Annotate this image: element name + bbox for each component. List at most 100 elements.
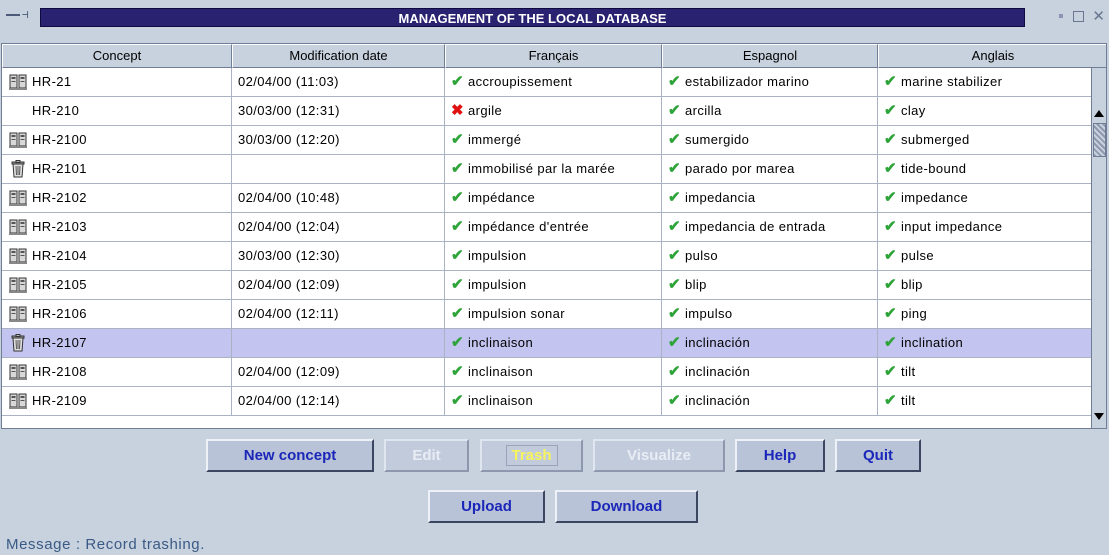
cell-concept[interactable]: HR-2106	[2, 300, 232, 328]
new-concept-button[interactable]: New concept	[206, 439, 374, 472]
cell-concept[interactable]: HR-2103	[2, 213, 232, 241]
cell-concept[interactable]: HR-2107	[2, 329, 232, 357]
modification-date: 02/04/00 (10:48)	[238, 190, 340, 205]
cell-francais[interactable]: ✔ inclinaison	[445, 358, 662, 386]
cell-espagnol[interactable]: ✔ impulso	[662, 300, 878, 328]
server-icon	[8, 304, 28, 324]
column-header-date[interactable]: Modification date	[232, 44, 445, 68]
cell-francais[interactable]: ✔ impulsion	[445, 271, 662, 299]
cell-anglais[interactable]: ✔ ping	[878, 300, 1091, 328]
column-header-concept[interactable]: Concept	[2, 44, 232, 68]
cell-francais[interactable]: ✔ immergé	[445, 126, 662, 154]
cell-concept[interactable]: HR-2100	[2, 126, 232, 154]
cell-espagnol[interactable]: ✔ parado por marea	[662, 155, 878, 183]
cell-francais[interactable]: ✖ argile	[445, 97, 662, 125]
minimize-icon[interactable]	[1059, 14, 1064, 18]
table-row[interactable]: HR-2108 02/04/00 (12:09) ✔ inclinaison ✔ incl…	[2, 358, 1091, 387]
cell-date[interactable]: 02/04/00 (12:14)	[232, 387, 445, 415]
cell-francais[interactable]: ✔ immobilisé par la marée	[445, 155, 662, 183]
table-row[interactable]: HR-2101 ✔ immobilisé par la marée ✔ parado p…	[2, 155, 1091, 184]
cell-anglais[interactable]: ✔ impedance	[878, 184, 1091, 212]
cell-francais[interactable]: ✔ inclinaison	[445, 329, 662, 357]
table-row[interactable]: HR-210 30/03/00 (12:31) ✖ argile ✔ arcilla ✔ cl…	[2, 97, 1091, 126]
cell-francais[interactable]: ✔ impédance	[445, 184, 662, 212]
cell-date[interactable]: 02/04/00 (12:09)	[232, 358, 445, 386]
table-row[interactable]: HR-2107 ✔ inclinaison ✔ inclinación ✔ inclinat…	[2, 329, 1091, 358]
cell-espagnol[interactable]: ✔ impedancia de entrada	[662, 213, 878, 241]
help-button[interactable]: Help	[735, 439, 825, 472]
cell-date[interactable]: 02/04/00 (12:04)	[232, 213, 445, 241]
cell-anglais[interactable]: ✔ inclination	[878, 329, 1091, 357]
cell-espagnol[interactable]: ✔ sumergido	[662, 126, 878, 154]
cell-espagnol[interactable]: ✔ blip	[662, 271, 878, 299]
cell-concept[interactable]: HR-21	[2, 68, 232, 96]
cell-date[interactable]: 02/04/00 (12:11)	[232, 300, 445, 328]
table-row[interactable]: HR-2102 02/04/00 (10:48) ✔ impédance ✔ impeda…	[2, 184, 1091, 213]
cell-date[interactable]: 02/04/00 (12:09)	[232, 271, 445, 299]
table-row[interactable]: HR-2100 30/03/00 (12:20) ✔ immergé ✔ sumergid…	[2, 126, 1091, 155]
table-row[interactable]: HR-2105 02/04/00 (12:09) ✔ impulsion ✔ blip ✔ b…	[2, 271, 1091, 300]
cell-concept[interactable]: HR-210	[2, 97, 232, 125]
cell-espagnol[interactable]: ✔ inclinación	[662, 358, 878, 386]
column-header-espagnol[interactable]: Espagnol	[662, 44, 878, 68]
scroll-up-arrow[interactable]	[1094, 110, 1104, 117]
cell-espagnol[interactable]: ✔ inclinación	[662, 329, 878, 357]
cell-espagnol[interactable]: ✔ inclinación	[662, 387, 878, 415]
cell-anglais[interactable]: ✔ input impedance	[878, 213, 1091, 241]
scroll-thumb[interactable]	[1093, 123, 1106, 157]
cell-francais[interactable]: ✔ impédance d'entrée	[445, 213, 662, 241]
window-menu-icon[interactable]: ⊣	[6, 8, 36, 22]
cell-date[interactable]: 02/04/00 (10:48)	[232, 184, 445, 212]
cell-francais[interactable]: ✔ impulsion sonar	[445, 300, 662, 328]
cell-anglais[interactable]: ✔ submerged	[878, 126, 1091, 154]
cell-francais[interactable]: ✔ inclinaison	[445, 387, 662, 415]
download-button[interactable]: Download	[555, 490, 698, 523]
cell-anglais[interactable]: ✔ tilt	[878, 358, 1091, 386]
vertical-scrollbar[interactable]	[1091, 68, 1106, 428]
trash-button[interactable]: Trash	[480, 439, 583, 472]
cell-date[interactable]	[232, 329, 445, 357]
cell-date[interactable]: 30/03/00 (12:30)	[232, 242, 445, 270]
cell-date[interactable]: 30/03/00 (12:20)	[232, 126, 445, 154]
cell-date[interactable]: 02/04/00 (11:03)	[232, 68, 445, 96]
check-icon: ✔	[451, 392, 464, 409]
scroll-down-arrow[interactable]	[1094, 413, 1104, 420]
table-row[interactable]: HR-2103 02/04/00 (12:04) ✔ impédance d'entr…	[2, 213, 1091, 242]
cell-anglais[interactable]: ✔ tilt	[878, 387, 1091, 415]
cell-anglais[interactable]: ✔ blip	[878, 271, 1091, 299]
term-espagnol: pulso	[684, 248, 719, 263]
table-row[interactable]: HR-21 02/04/00 (11:03) ✔ accroupissement ✔ es…	[2, 68, 1091, 97]
cell-concept[interactable]: HR-2105	[2, 271, 232, 299]
cell-concept[interactable]: HR-2101	[2, 155, 232, 183]
cell-anglais[interactable]: ✔ tide-bound	[878, 155, 1091, 183]
quit-button[interactable]: Quit	[835, 439, 921, 472]
cell-concept[interactable]: HR-2102	[2, 184, 232, 212]
cell-espagnol[interactable]: ✔ impedancia	[662, 184, 878, 212]
upload-button[interactable]: Upload	[428, 490, 545, 523]
term-espagnol: arcilla	[684, 103, 722, 118]
cell-concept[interactable]: HR-2108	[2, 358, 232, 386]
edit-button[interactable]: Edit	[384, 439, 469, 472]
cell-espagnol[interactable]: ✔ estabilizador marino	[662, 68, 878, 96]
cell-date[interactable]: 30/03/00 (12:31)	[232, 97, 445, 125]
cell-francais[interactable]: ✔ accroupissement	[445, 68, 662, 96]
close-icon[interactable]: ✕	[1092, 8, 1105, 24]
modification-date: 30/03/00 (12:20)	[238, 132, 340, 147]
maximize-icon[interactable]	[1073, 10, 1085, 22]
cell-francais[interactable]: ✔ impulsion	[445, 242, 662, 270]
cell-date[interactable]	[232, 155, 445, 183]
table-row[interactable]: HR-2104 30/03/00 (12:30) ✔ impulsion ✔ pulso ✔…	[2, 242, 1091, 271]
column-header-anglais[interactable]: Anglais	[878, 44, 1106, 68]
cell-concept[interactable]: HR-2109	[2, 387, 232, 415]
table-row[interactable]: HR-2109 02/04/00 (12:14) ✔ inclinaison ✔ incl…	[2, 387, 1091, 416]
column-header-francais[interactable]: Français	[445, 44, 662, 68]
table-row[interactable]: HR-2106 02/04/00 (12:11) ✔ impulsion sonar ✔…	[2, 300, 1091, 329]
cell-concept[interactable]: HR-2104	[2, 242, 232, 270]
cell-anglais[interactable]: ✔ marine stabilizer	[878, 68, 1091, 96]
visualize-button[interactable]: Visualize	[593, 439, 725, 472]
cell-espagnol[interactable]: ✔ pulso	[662, 242, 878, 270]
cell-anglais[interactable]: ✔ pulse	[878, 242, 1091, 270]
concept-id: HR-210	[32, 103, 80, 118]
cell-espagnol[interactable]: ✔ arcilla	[662, 97, 878, 125]
cell-anglais[interactable]: ✔ clay	[878, 97, 1091, 125]
